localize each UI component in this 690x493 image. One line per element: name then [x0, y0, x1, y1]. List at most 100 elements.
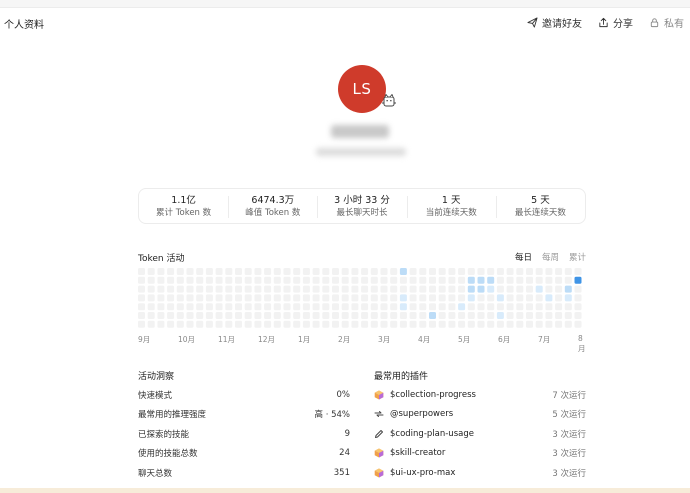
heatmap-cell[interactable]: [419, 294, 427, 302]
heatmap-cell[interactable]: [167, 285, 175, 293]
heatmap-cell[interactable]: [341, 320, 349, 328]
heatmap-cell[interactable]: [545, 276, 553, 284]
plugin-row[interactable]: @superpowers 5 次运行: [374, 405, 586, 425]
heatmap-cell[interactable]: [390, 268, 398, 275]
heatmap-cell[interactable]: [167, 268, 175, 275]
heatmap-cell[interactable]: [429, 312, 436, 319]
heatmap-cell[interactable]: [526, 320, 533, 328]
heatmap-cell[interactable]: [438, 276, 446, 284]
heatmap-cell[interactable]: [429, 285, 436, 293]
heatmap-cell[interactable]: [380, 303, 388, 311]
heatmap-cell[interactable]: [535, 285, 543, 293]
heatmap-cell[interactable]: [254, 268, 262, 275]
heatmap-cell[interactable]: [564, 303, 572, 311]
share-button[interactable]: 分享: [598, 15, 633, 30]
heatmap-cell[interactable]: [438, 268, 446, 275]
heatmap-cell[interactable]: [205, 294, 213, 302]
heatmap-cell[interactable]: [322, 268, 330, 275]
heatmap-cell[interactable]: [370, 312, 378, 319]
heatmap-cell[interactable]: [283, 303, 291, 311]
heatmap-cell[interactable]: [555, 320, 563, 328]
heatmap-cell[interactable]: [516, 294, 524, 302]
heatmap-cell[interactable]: [438, 285, 446, 293]
heatmap-cell[interactable]: [555, 294, 563, 302]
heatmap-cell[interactable]: [332, 276, 339, 284]
heatmap-cell[interactable]: [526, 285, 533, 293]
tab-cumulative[interactable]: 累计: [569, 251, 586, 263]
heatmap-cell[interactable]: [448, 320, 456, 328]
heatmap-cell[interactable]: [332, 268, 339, 275]
heatmap-cell[interactable]: [293, 303, 301, 311]
heatmap-cell[interactable]: [215, 294, 223, 302]
heatmap-cell[interactable]: [283, 320, 291, 328]
heatmap-cell[interactable]: [157, 268, 165, 275]
heatmap-cell[interactable]: [496, 294, 504, 302]
heatmap-cell[interactable]: [302, 303, 310, 311]
heatmap-cell[interactable]: [322, 294, 330, 302]
heatmap-cell[interactable]: [293, 276, 301, 284]
heatmap-cell[interactable]: [293, 312, 301, 319]
heatmap-cell[interactable]: [254, 312, 262, 319]
heatmap-cell[interactable]: [409, 320, 417, 328]
heatmap-cell[interactable]: [215, 276, 223, 284]
heatmap-cell[interactable]: [564, 294, 572, 302]
heatmap-cell[interactable]: [283, 276, 291, 284]
heatmap-cell[interactable]: [516, 268, 524, 275]
heatmap-cell[interactable]: [196, 285, 204, 293]
heatmap-cell[interactable]: [332, 285, 339, 293]
heatmap-cell[interactable]: [487, 312, 495, 319]
heatmap-cell[interactable]: [167, 320, 175, 328]
heatmap-cell[interactable]: [254, 276, 262, 284]
heatmap-cell[interactable]: [167, 303, 175, 311]
heatmap-cell[interactable]: [312, 276, 320, 284]
heatmap-cell[interactable]: [564, 276, 572, 284]
heatmap-cell[interactable]: [458, 320, 466, 328]
heatmap-cell[interactable]: [254, 285, 262, 293]
heatmap-cell[interactable]: [157, 294, 165, 302]
heatmap-cell[interactable]: [302, 285, 310, 293]
heatmap-cell[interactable]: [506, 320, 514, 328]
heatmap-cell[interactable]: [361, 312, 369, 319]
heatmap-cell[interactable]: [516, 303, 524, 311]
plugin-row[interactable]: $collection-progress 7 次运行: [374, 385, 586, 405]
heatmap-cell[interactable]: [496, 268, 504, 275]
heatmap-cell[interactable]: [467, 285, 475, 293]
heatmap-cell[interactable]: [273, 294, 281, 302]
heatmap-cell[interactable]: [535, 320, 543, 328]
heatmap-cell[interactable]: [215, 285, 223, 293]
heatmap-cell[interactable]: [448, 294, 456, 302]
heatmap-cell[interactable]: [244, 303, 252, 311]
heatmap-cell[interactable]: [467, 312, 475, 319]
heatmap-cell[interactable]: [390, 312, 398, 319]
heatmap-cell[interactable]: [273, 303, 281, 311]
heatmap-cell[interactable]: [176, 285, 184, 293]
heatmap-cell[interactable]: [458, 276, 466, 284]
heatmap-cell[interactable]: [555, 276, 563, 284]
heatmap-cell[interactable]: [399, 268, 407, 275]
heatmap-cell[interactable]: [225, 285, 233, 293]
heatmap-cell[interactable]: [351, 294, 359, 302]
heatmap-cell[interactable]: [196, 294, 204, 302]
heatmap-cell[interactable]: [341, 303, 349, 311]
heatmap-cell[interactable]: [147, 303, 155, 311]
heatmap-cell[interactable]: [322, 276, 330, 284]
heatmap-cell[interactable]: [138, 276, 145, 284]
heatmap-cell[interactable]: [477, 285, 485, 293]
heatmap-cell[interactable]: [399, 294, 407, 302]
heatmap-cell[interactable]: [322, 285, 330, 293]
heatmap-cell[interactable]: [467, 276, 475, 284]
heatmap-cell[interactable]: [555, 285, 563, 293]
heatmap-cell[interactable]: [235, 276, 242, 284]
heatmap-cell[interactable]: [283, 294, 291, 302]
heatmap-cell[interactable]: [225, 294, 233, 302]
heatmap-cell[interactable]: [545, 268, 553, 275]
heatmap-cell[interactable]: [555, 312, 563, 319]
heatmap-cell[interactable]: [390, 276, 398, 284]
heatmap-cell[interactable]: [438, 320, 446, 328]
heatmap-cell[interactable]: [409, 268, 417, 275]
invite-friends-button[interactable]: 邀请好友: [527, 15, 582, 30]
heatmap-cell[interactable]: [506, 268, 514, 275]
heatmap-cell[interactable]: [244, 268, 252, 275]
heatmap-cell[interactable]: [283, 268, 291, 275]
heatmap-cell[interactable]: [390, 294, 398, 302]
